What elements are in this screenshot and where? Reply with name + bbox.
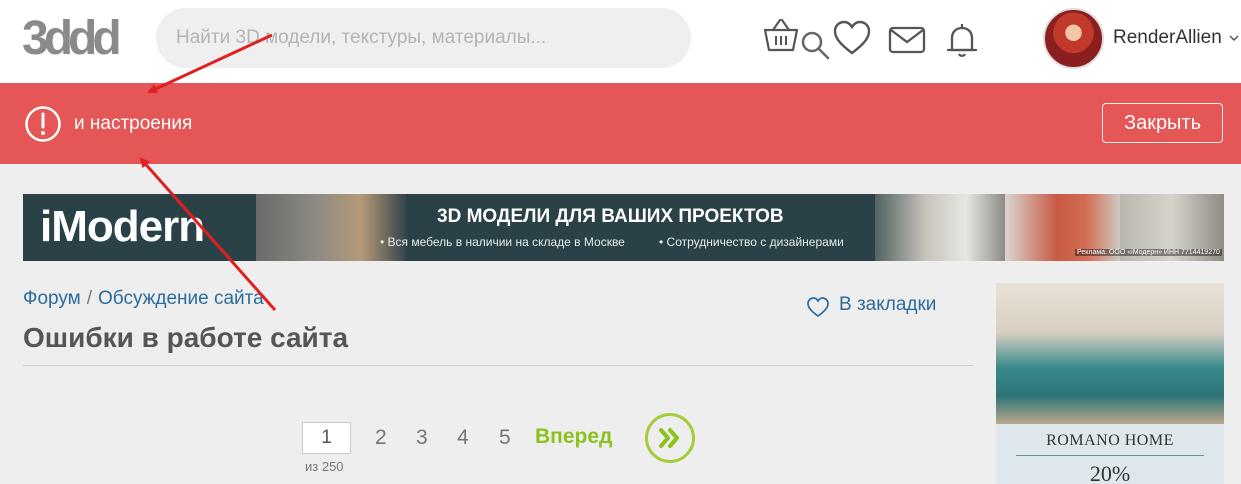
page-title: Ошибки в работе сайта [23,322,349,353]
breadcrumb-item-forum[interactable]: Форум [23,288,81,309]
username[interactable]: RenderAllien [1113,27,1222,49]
side-ad-brand: ROMANO HOME [1046,432,1174,449]
banner-bullet: • Сотрудничество с дизайнерами [659,235,844,249]
double-chevron-right-icon [659,428,679,448]
banner-photo [875,194,1005,261]
search-icon[interactable] [800,30,830,60]
breadcrumb-item-discussion[interactable]: Обсуждение сайта [98,288,264,309]
bookmark-label: В закладки [839,294,937,315]
site-logo[interactable]: 3ddd [22,14,130,60]
page-total: из 250 [305,459,344,474]
site-header: 3ddd Re [0,0,1241,83]
next-page-button[interactable] [645,413,695,463]
heart-icon[interactable] [832,19,872,59]
bell-icon[interactable] [942,20,982,60]
side-ad[interactable]: ROMANO HOME 20% [996,283,1224,484]
avatar[interactable] [1043,8,1104,69]
banner-brand: iModern [40,202,205,251]
page-link-2[interactable]: 2 [375,426,387,450]
banner-title: 3D МОДЕЛИ ДЛЯ ВАШИХ ПРОЕКТОВ [437,206,784,227]
close-button[interactable]: Закрыть [1102,103,1223,143]
banner-bullet: • Вся мебель в наличии на складе в Москв… [380,235,625,249]
ad-banner[interactable]: iModern 3D МОДЕЛИ ДЛЯ ВАШИХ ПРОЕКТОВ • В… [23,194,1224,261]
banner-photo [256,194,406,261]
page: 3ddd Re [0,0,1241,484]
side-ad-photo [996,283,1224,424]
page-number-input[interactable]: 1 [302,422,351,454]
breadcrumb: Форум / Обсуждение сайта [23,288,264,310]
chevron-down-icon[interactable] [1228,32,1240,44]
page-link-5[interactable]: 5 [499,426,511,450]
alert-icon [25,106,61,142]
page-link-4[interactable]: 4 [457,426,469,450]
page-link-3[interactable]: 3 [416,426,428,450]
svg-text:3ddd: 3ddd [22,14,119,60]
heart-outline-icon [807,297,829,318]
search-input[interactable] [176,22,616,54]
basket-icon[interactable] [761,16,801,56]
next-page-link[interactable]: Вперед [535,425,612,449]
banner-legal-note: Реклама. ООО «iМодерн» ИНН 7714419270 [1075,249,1222,256]
alert-message: и настроения [74,113,193,134]
divider [1016,455,1204,456]
side-ad-discount: 20% [1089,461,1131,484]
mail-icon[interactable] [887,20,927,60]
divider [23,365,973,366]
search-box [156,8,830,68]
breadcrumb-separator: / [86,288,92,309]
